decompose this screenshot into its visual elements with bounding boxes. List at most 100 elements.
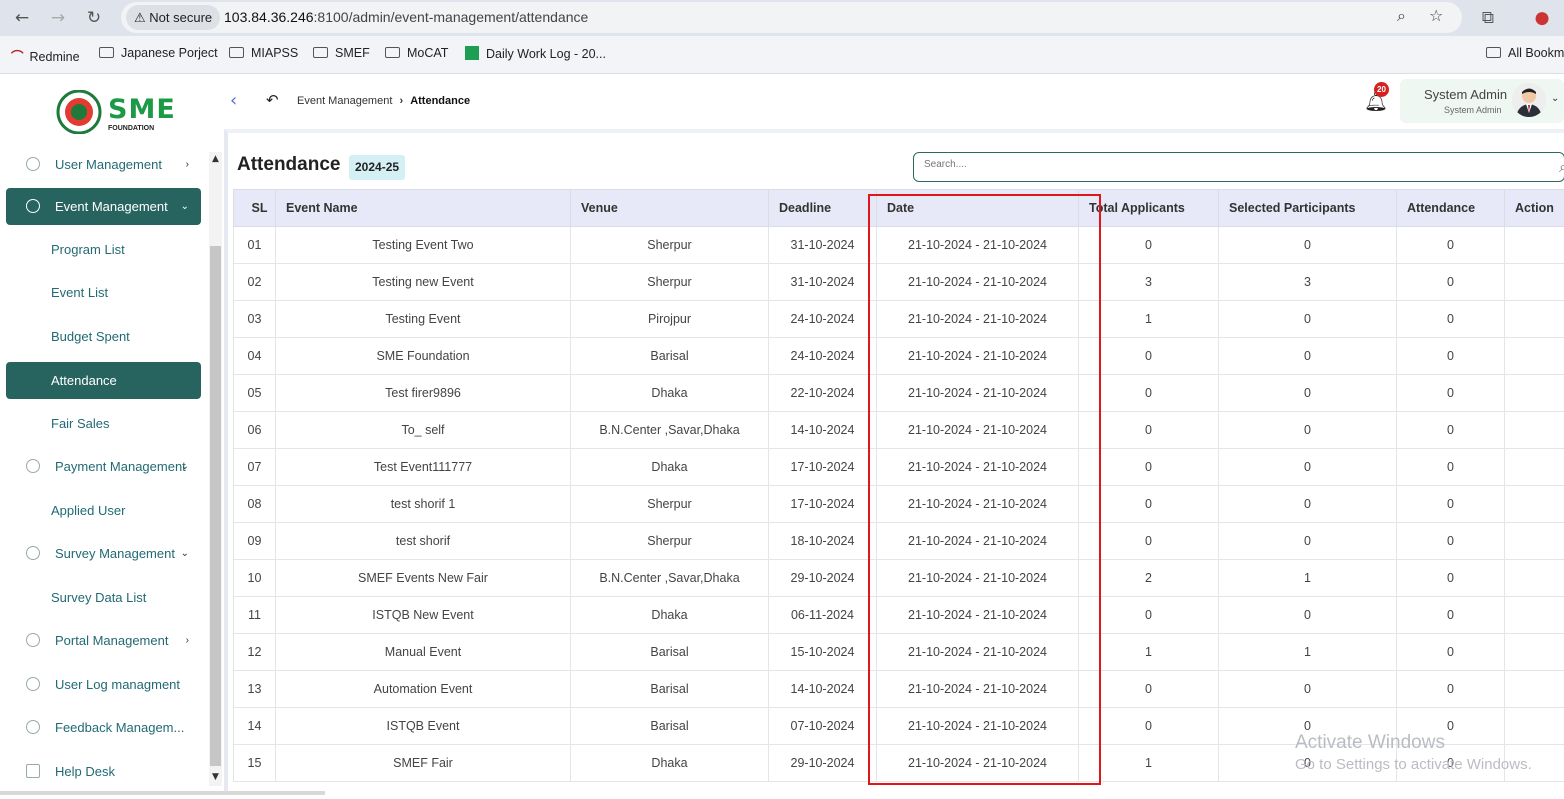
sidebar-item-budget-spent[interactable]: Budget Spent bbox=[6, 318, 201, 355]
cell-action[interactable] bbox=[1505, 560, 1564, 597]
bookmark-all-bookmarks[interactable]: All Bookm bbox=[1486, 46, 1564, 60]
sidebar-item-user-log[interactable]: User Log managment bbox=[6, 666, 201, 703]
cell-venue: B.N.Center ,Savar,Dhaka bbox=[571, 560, 769, 597]
search-box[interactable]: ⌕ bbox=[913, 152, 1564, 182]
sidebar-item-program-list[interactable]: Program List bbox=[6, 231, 201, 268]
cell-action[interactable] bbox=[1505, 301, 1564, 338]
cell-action[interactable] bbox=[1505, 523, 1564, 560]
scroll-up-icon[interactable]: ▲ bbox=[209, 154, 222, 164]
table-row[interactable]: 04SME FoundationBarisal24-10-202421-10-2… bbox=[234, 338, 1564, 375]
cell-action[interactable] bbox=[1505, 634, 1564, 671]
user-log-icon bbox=[26, 677, 40, 691]
sidebar-item-survey-management[interactable]: Survey Management⌄ bbox=[6, 535, 201, 572]
cell-attendance: 0 bbox=[1397, 449, 1505, 486]
sidebar-item-feedback[interactable]: Feedback Managem... bbox=[6, 709, 201, 746]
back-arrow-icon[interactable]: ← bbox=[10, 6, 34, 30]
bookmark-redmine[interactable]: ⌒Redmine bbox=[11, 46, 80, 65]
sidebar-scrollbar[interactable]: ▲ ▼ bbox=[209, 152, 222, 786]
cell-deadline: 29-10-2024 bbox=[769, 560, 877, 597]
cell-sl: 04 bbox=[234, 338, 276, 375]
table-row[interactable]: 02Testing new EventSherpur31-10-202421-1… bbox=[234, 264, 1564, 301]
bookmark-mocat[interactable]: MoCAT bbox=[385, 46, 448, 60]
folder-icon bbox=[313, 47, 328, 58]
collapse-sidebar-icon[interactable]: ‹ bbox=[230, 90, 237, 111]
cell-action[interactable] bbox=[1505, 338, 1564, 375]
cell-action[interactable] bbox=[1505, 745, 1564, 782]
cell-action[interactable] bbox=[1505, 375, 1564, 412]
sidebar-item-applied-user[interactable]: Applied User bbox=[6, 492, 201, 529]
bookmark-japanese-porject[interactable]: Japanese Porject bbox=[99, 46, 218, 60]
extensions-icon[interactable]: ⧉ bbox=[1476, 6, 1500, 30]
app: SME FOUNDATION User Management› Event Ma… bbox=[0, 74, 1564, 795]
sidebar-item-attendance[interactable]: Attendance bbox=[6, 362, 201, 399]
cell-venue: Dhaka bbox=[571, 745, 769, 782]
cell-date: 21-10-2024 - 21-10-2024 bbox=[877, 338, 1079, 375]
cell-attendance: 0 bbox=[1397, 227, 1505, 264]
cell-total-applicants: 0 bbox=[1079, 227, 1219, 264]
sidebar-item-fair-sales[interactable]: Fair Sales bbox=[6, 405, 201, 442]
cell-action[interactable] bbox=[1505, 412, 1564, 449]
sidebar-item-portal-management[interactable]: Portal Management› bbox=[6, 622, 201, 659]
cell-action[interactable] bbox=[1505, 597, 1564, 634]
star-icon[interactable]: ☆ bbox=[1429, 6, 1443, 25]
scrollbar-thumb[interactable] bbox=[210, 246, 221, 766]
chevron-down-icon[interactable]: ⌄ bbox=[1551, 93, 1559, 104]
cell-action[interactable] bbox=[1505, 264, 1564, 301]
cell-action[interactable] bbox=[1505, 227, 1564, 264]
search-input[interactable] bbox=[924, 159, 1524, 170]
sidebar-item-survey-data-list[interactable]: Survey Data List bbox=[6, 579, 201, 616]
cell-action[interactable] bbox=[1505, 671, 1564, 708]
zoom-icon[interactable]: ⌕ bbox=[1397, 6, 1406, 26]
table-row[interactable]: 01Testing Event TwoSherpur31-10-202421-1… bbox=[234, 227, 1564, 264]
table-row[interactable]: 03Testing EventPirojpur24-10-202421-10-2… bbox=[234, 301, 1564, 338]
back-icon[interactable]: ↶ bbox=[266, 91, 279, 109]
cell-date: 21-10-2024 - 21-10-2024 bbox=[877, 301, 1079, 338]
cell-total-applicants: 0 bbox=[1079, 671, 1219, 708]
breadcrumb-parent[interactable]: Event Management bbox=[297, 95, 392, 107]
table-row[interactable]: 06To_ selfB.N.Center ,Savar,Dhaka14-10-2… bbox=[234, 412, 1564, 449]
portal-icon bbox=[26, 633, 40, 647]
mail-icon bbox=[26, 764, 40, 778]
profile-icon[interactable]: ● bbox=[1530, 6, 1554, 30]
scroll-down-icon[interactable]: ▼ bbox=[209, 772, 222, 782]
cell-action[interactable] bbox=[1505, 449, 1564, 486]
table-row[interactable]: 11ISTQB New EventDhaka06-11-202421-10-20… bbox=[234, 597, 1564, 634]
cell-action[interactable] bbox=[1505, 486, 1564, 523]
table-row[interactable]: 12Manual EventBarisal15-10-202421-10-202… bbox=[234, 634, 1564, 671]
sheets-icon bbox=[465, 46, 479, 60]
sidebar-item-user-management[interactable]: User Management› bbox=[6, 146, 201, 183]
table-row[interactable]: 15SMEF FairDhaka29-10-202421-10-2024 - 2… bbox=[234, 745, 1564, 782]
sidebar-item-help-desk[interactable]: Help Desk bbox=[6, 753, 201, 790]
search-icon[interactable]: ⌕ bbox=[1559, 157, 1564, 177]
bookmark-daily-work-log[interactable]: Daily Work Log - 20... bbox=[465, 46, 606, 61]
cell-selected-participants: 0 bbox=[1219, 745, 1397, 782]
table-row[interactable]: 13Automation EventBarisal14-10-202421-10… bbox=[234, 671, 1564, 708]
bookmark-miapss[interactable]: MIAPSS bbox=[229, 46, 298, 60]
cell-deadline: 07-10-2024 bbox=[769, 708, 877, 745]
forward-arrow-icon[interactable]: → bbox=[46, 6, 70, 30]
table-row[interactable]: 05Test firer9896Dhaka22-10-202421-10-202… bbox=[234, 375, 1564, 412]
table-row[interactable]: 10SMEF Events New FairB.N.Center ,Savar,… bbox=[234, 560, 1564, 597]
table-row[interactable]: 14ISTQB EventBarisal07-10-202421-10-2024… bbox=[234, 708, 1564, 745]
table-row[interactable]: 07Test Event111777Dhaka17-10-202421-10-2… bbox=[234, 449, 1564, 486]
user-profile-menu[interactable]: System Admin System Admin ⌄ bbox=[1400, 79, 1564, 123]
sidebar-item-event-list[interactable]: Event List bbox=[6, 274, 201, 311]
sidebar-item-event-management[interactable]: Event Management⌄ bbox=[6, 188, 201, 225]
cell-event-name: Manual Event bbox=[276, 634, 571, 671]
cell-sl: 01 bbox=[234, 227, 276, 264]
cell-selected-participants: 0 bbox=[1219, 375, 1397, 412]
table-row[interactable]: 09test shorifSherpur18-10-202421-10-2024… bbox=[234, 523, 1564, 560]
table-row[interactable]: 08test shorif 1Sherpur17-10-202421-10-20… bbox=[234, 486, 1564, 523]
security-chip[interactable]: ⚠ Not secure bbox=[126, 5, 220, 30]
sidebar-item-payment-management[interactable]: Payment Management⌄ bbox=[6, 448, 201, 485]
bookmark-smef[interactable]: SMEF bbox=[313, 46, 370, 60]
payment-icon bbox=[26, 459, 40, 473]
cell-sl: 13 bbox=[234, 671, 276, 708]
horizontal-scrollbar[interactable] bbox=[0, 791, 325, 795]
survey-icon bbox=[26, 546, 40, 560]
reload-icon[interactable]: ↻ bbox=[82, 6, 106, 30]
cell-action[interactable] bbox=[1505, 708, 1564, 745]
address-bar[interactable]: ⚠ Not secure 103.84.36.246:8100/admin/ev… bbox=[121, 2, 1462, 33]
cell-total-applicants: 1 bbox=[1079, 301, 1219, 338]
cell-deadline: 14-10-2024 bbox=[769, 671, 877, 708]
